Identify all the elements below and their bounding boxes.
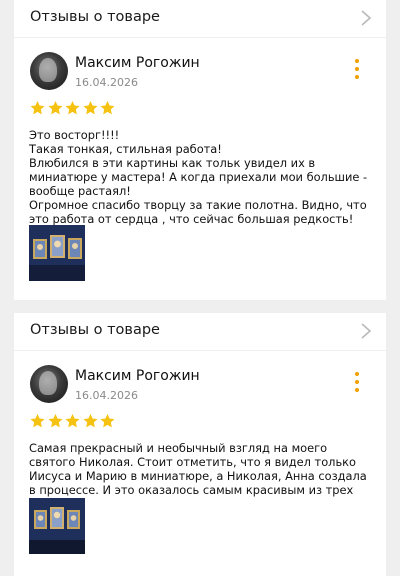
review-photo[interactable] bbox=[29, 225, 85, 281]
avatar[interactable] bbox=[30, 365, 68, 403]
review-photo[interactable] bbox=[29, 498, 85, 554]
rating-stars bbox=[14, 100, 386, 120]
review-photo-image bbox=[29, 498, 85, 554]
more-vertical-icon[interactable] bbox=[354, 59, 360, 81]
star-icon bbox=[65, 414, 80, 428]
star-icon bbox=[30, 414, 45, 428]
review-author: Максим Рогожин 16.04.2026 bbox=[14, 38, 386, 100]
star-icon bbox=[100, 414, 115, 428]
reviews-header[interactable]: Отзывы о товаре bbox=[14, 0, 386, 38]
chevron-right-icon[interactable] bbox=[360, 9, 372, 27]
avatar[interactable] bbox=[30, 52, 68, 90]
reviews-header-title: Отзывы о товаре bbox=[30, 9, 160, 25]
star-icon bbox=[83, 101, 97, 115]
review-author: Максим Рогожин 16.04.2026 bbox=[14, 351, 386, 413]
review-date: 16.04.2026 bbox=[75, 389, 138, 402]
review-photo-image bbox=[29, 225, 85, 281]
star-icon bbox=[30, 101, 45, 115]
author-name: Максим Рогожин bbox=[75, 55, 200, 71]
rating-stars bbox=[14, 413, 386, 433]
reviews-header-title: Отзывы о товаре bbox=[30, 322, 160, 338]
more-vertical-icon[interactable] bbox=[354, 372, 360, 394]
review-date: 16.04.2026 bbox=[75, 76, 138, 89]
reviews-header[interactable]: Отзывы о товаре bbox=[14, 313, 386, 351]
review-card: Отзывы о товаре Максим Рогожин 16.04.202… bbox=[14, 313, 386, 576]
star-icon bbox=[100, 101, 115, 115]
chevron-right-icon[interactable] bbox=[360, 322, 372, 340]
author-name: Максим Рогожин bbox=[75, 368, 200, 384]
review-card: Отзывы о товаре Максим Рогожин 16.04.202… bbox=[14, 0, 386, 300]
star-icon bbox=[48, 414, 62, 428]
star-icon bbox=[65, 101, 80, 115]
star-icon bbox=[83, 414, 97, 428]
review-text: Это восторг!!!! Такая тонкая, стильная р… bbox=[29, 128, 368, 226]
star-icon bbox=[48, 101, 62, 115]
